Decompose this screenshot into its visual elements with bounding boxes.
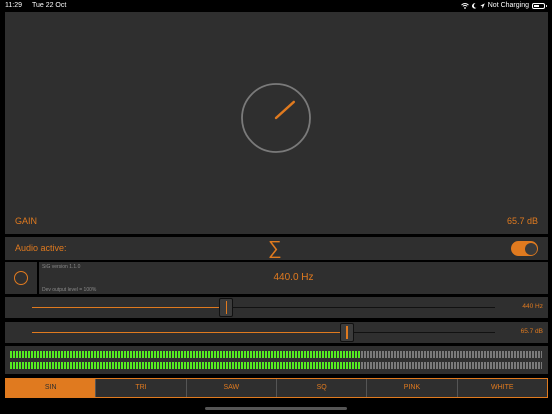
record-button[interactable]	[5, 262, 37, 294]
gain-slider-row: 65.7 dB	[5, 322, 548, 343]
frequency-slider-fill	[32, 307, 227, 308]
sigma-icon: ∑	[268, 238, 282, 259]
dev-output-text: Dev output level = 100%	[42, 287, 97, 293]
level-meters	[5, 346, 548, 374]
version-text: SiG version 1.1.0	[42, 264, 81, 270]
level-meter-right-lit	[10, 362, 362, 369]
gain-label: GAIN	[15, 216, 38, 226]
level-meter-left	[10, 351, 542, 358]
waveform-selector: SIN TRI SAW SQ PINK WHITE	[5, 378, 548, 398]
waveform-sin-button[interactable]: SIN	[6, 379, 97, 397]
battery-fill	[534, 4, 540, 7]
frequency-value: 440.0 Hz	[273, 272, 314, 283]
toggle-thumb	[524, 242, 537, 255]
battery-icon	[532, 2, 547, 9]
record-icon	[14, 271, 28, 285]
audio-active-label: Audio active:	[15, 243, 67, 253]
status-time: 11:29	[5, 2, 22, 9]
status-bar: 11:29 Tue 22 Oct Not Charging	[0, 0, 552, 12]
status-left: 11:29 Tue 22 Oct	[5, 2, 66, 9]
audio-active-row: Audio active: ∑	[5, 237, 548, 260]
frequency-slider-thumb[interactable]	[219, 298, 234, 317]
gain-knob[interactable]	[240, 82, 312, 154]
level-meter-left-unlit	[361, 351, 542, 358]
frequency-slider-row: 440 Hz	[5, 297, 548, 318]
waveform-white-button[interactable]: WHITE	[458, 379, 547, 397]
frequency-slider-track[interactable]	[32, 307, 495, 308]
waveform-pink-button[interactable]: PINK	[367, 379, 458, 397]
level-meter-left-lit	[10, 351, 362, 358]
moon-icon	[471, 2, 477, 9]
home-indicator[interactable]	[205, 407, 347, 410]
frequency-display: SiG version 1.1.0 440.0 Hz Dev output le…	[39, 262, 548, 294]
wifi-icon	[460, 2, 469, 9]
waveform-tri-button[interactable]: TRI	[96, 379, 187, 397]
frequency-slider-value: 440 Hz	[522, 303, 543, 310]
location-icon	[480, 2, 485, 9]
level-meter-right	[10, 362, 542, 369]
gain-value: 65.7 dB	[506, 216, 538, 226]
level-meter-right-unlit	[361, 362, 542, 369]
gain-panel: GAIN 65.7 dB	[5, 12, 548, 234]
audio-active-toggle[interactable]	[511, 241, 538, 256]
status-right: Not Charging	[460, 2, 547, 9]
status-date: Tue 22 Oct	[31, 2, 67, 9]
waveform-saw-button[interactable]: SAW	[187, 379, 277, 397]
gain-slider-fill	[32, 332, 347, 333]
gain-slider-thumb[interactable]	[339, 323, 354, 342]
gain-slider-value: 65.7 dB	[520, 328, 543, 335]
gain-knob-indicator	[274, 100, 296, 120]
gain-slider-track[interactable]	[32, 332, 495, 333]
charging-status: Not Charging	[487, 2, 529, 9]
waveform-sq-button[interactable]: SQ	[277, 379, 368, 397]
